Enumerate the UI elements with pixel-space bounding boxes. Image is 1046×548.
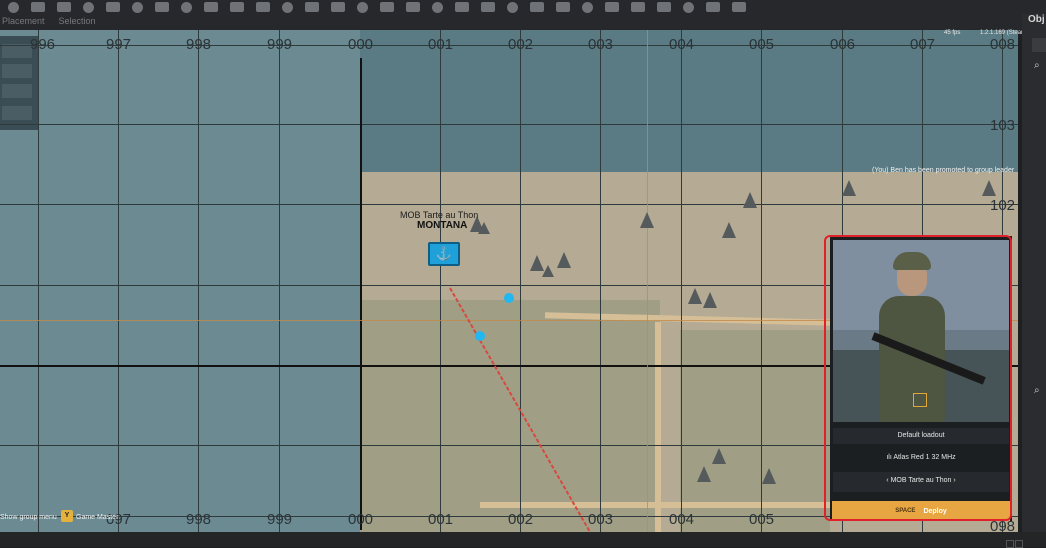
chevron-right-icon[interactable]: › bbox=[951, 477, 955, 484]
toolbar-tool-icon[interactable] bbox=[106, 2, 120, 12]
toolbar-tool-icon[interactable] bbox=[406, 2, 420, 12]
grid-y-label: 102 bbox=[990, 197, 1016, 214]
radio-frequency-row: ılı Atlas Red 1 32 MHz bbox=[833, 450, 1009, 466]
loadout-selector[interactable]: Default loadout bbox=[833, 428, 1009, 444]
grid-x-label: 005 bbox=[749, 36, 775, 53]
search-icon[interactable]: ⌕ bbox=[1034, 60, 1040, 71]
waypoint-dot[interactable] bbox=[475, 331, 485, 341]
toolbar-tool-icon[interactable] bbox=[357, 1, 368, 13]
soldier-figure bbox=[893, 252, 931, 270]
toolbar-tool-icon[interactable] bbox=[31, 2, 45, 12]
toolbar-tool-icon[interactable] bbox=[732, 2, 746, 12]
grid-x-label: 997 bbox=[106, 36, 132, 53]
toolbar-tool-icon[interactable] bbox=[282, 1, 293, 13]
base-name-label: MOB Tarte au Thon bbox=[400, 210, 479, 220]
grid-x-label: 007 bbox=[910, 36, 936, 53]
toolbar-tool-icon[interactable] bbox=[432, 1, 443, 13]
grid-x-label: 004 bbox=[669, 36, 695, 53]
tab-selection[interactable]: Selection bbox=[59, 14, 96, 28]
radio-label: Atlas Red 1 32 MHz bbox=[893, 454, 956, 461]
spawn-point-label: MOB Tarte au Thon bbox=[890, 477, 952, 484]
grid-x-label: 002 bbox=[508, 511, 534, 528]
toolbar-tool-icon[interactable] bbox=[605, 2, 619, 12]
toolbar-tool-icon[interactable] bbox=[481, 2, 495, 12]
toolbar-tool-icon[interactable] bbox=[683, 1, 694, 13]
deploy-button[interactable]: SPACE Deploy bbox=[832, 501, 1010, 521]
toolbar-tool-icon[interactable] bbox=[706, 2, 720, 12]
grid-x-label: 003 bbox=[588, 36, 614, 53]
toolbar-tool-icon[interactable] bbox=[181, 1, 192, 13]
toolbar-tool-icon[interactable] bbox=[631, 2, 645, 12]
toolbar-tool-icon[interactable] bbox=[455, 2, 469, 12]
toolbar-tool-icon[interactable] bbox=[556, 2, 570, 12]
search-icon[interactable]: ⌕ bbox=[1034, 385, 1040, 396]
top-toolbar: Placement Selection bbox=[0, 0, 1046, 30]
grid-x-label: 996 bbox=[30, 36, 56, 53]
toolbar-tool-icon[interactable] bbox=[582, 1, 593, 13]
game-master-hint[interactable]: Game Master bbox=[76, 514, 118, 521]
toolbar-tool-icon[interactable] bbox=[155, 2, 169, 12]
grid-x-label: 004 bbox=[669, 511, 695, 528]
spawn-base-marker[interactable]: ⚓ bbox=[428, 242, 460, 266]
deploy-label: Deploy bbox=[923, 507, 947, 515]
grid-x-label: 008 bbox=[990, 36, 1016, 53]
grid-x-label: 998 bbox=[186, 511, 212, 528]
toolbar-tool-icon[interactable] bbox=[57, 2, 71, 12]
key-hint-icon: Y bbox=[61, 510, 73, 522]
tab-objectives[interactable]: Obj bbox=[1028, 14, 1045, 25]
grid-x-label: 999 bbox=[267, 511, 293, 528]
grid-x-label: 003 bbox=[588, 511, 614, 528]
grid-x-label: 006 bbox=[830, 36, 856, 53]
toolbar-tool-icon[interactable] bbox=[8, 1, 19, 13]
group-menu-hint[interactable]: Show group menu bbox=[0, 514, 57, 521]
panel-button[interactable] bbox=[1032, 38, 1046, 52]
fps-counter: 45 fps bbox=[944, 30, 961, 36]
grid-y-label: 103 bbox=[990, 117, 1016, 134]
right-side-panel bbox=[1022, 14, 1046, 547]
version-label: 1.2.1.169 (Steam) bbox=[980, 30, 1029, 36]
grid-x-label: 999 bbox=[267, 36, 293, 53]
toolbar-tool-icon[interactable] bbox=[132, 1, 143, 13]
base-callsign-label: MONTANA bbox=[417, 220, 468, 231]
toolbar-tool-icon[interactable] bbox=[83, 1, 94, 13]
toolbar-tool-icon[interactable] bbox=[530, 2, 544, 12]
loadout-slot-icon[interactable] bbox=[913, 393, 927, 407]
grid-x-label: 002 bbox=[508, 36, 534, 53]
toolbar-tool-icon[interactable] bbox=[305, 2, 319, 12]
toolbar-tool-icon[interactable] bbox=[230, 2, 244, 12]
spawn-point-selector[interactable]: ‹ MOB Tarte au Thon › bbox=[833, 472, 1009, 492]
toolbar-tool-icon[interactable] bbox=[380, 2, 394, 12]
waypoint-dot[interactable] bbox=[504, 293, 514, 303]
bottom-bar bbox=[0, 532, 1046, 547]
grid-x-label: 005 bbox=[749, 511, 775, 528]
toolbar-tool-icon[interactable] bbox=[657, 2, 671, 12]
toolbar-tool-icon[interactable] bbox=[507, 1, 518, 13]
toolbar-labels: Placement Selection bbox=[2, 14, 96, 28]
loadout-label: Default loadout bbox=[897, 432, 945, 439]
deploy-key-hint: SPACE bbox=[895, 508, 916, 514]
grid-x-label: 000 bbox=[348, 511, 374, 528]
toolbar-tool-icon[interactable] bbox=[331, 2, 345, 12]
grid-x-label: 001 bbox=[428, 511, 454, 528]
grid-x-label: 001 bbox=[428, 36, 454, 53]
notification-text: (You) Ben has been promoted to group lea… bbox=[872, 167, 1015, 174]
toolbar-icons bbox=[0, 0, 880, 14]
grid-x-label: 998 bbox=[186, 36, 212, 53]
toolbar-tool-icon[interactable] bbox=[256, 2, 270, 12]
toolbar-tool-icon[interactable] bbox=[204, 2, 218, 12]
anchor-icon: ⚓ bbox=[435, 246, 453, 261]
grid-x-label: 000 bbox=[348, 36, 374, 53]
tab-placement[interactable]: Placement bbox=[2, 14, 45, 28]
